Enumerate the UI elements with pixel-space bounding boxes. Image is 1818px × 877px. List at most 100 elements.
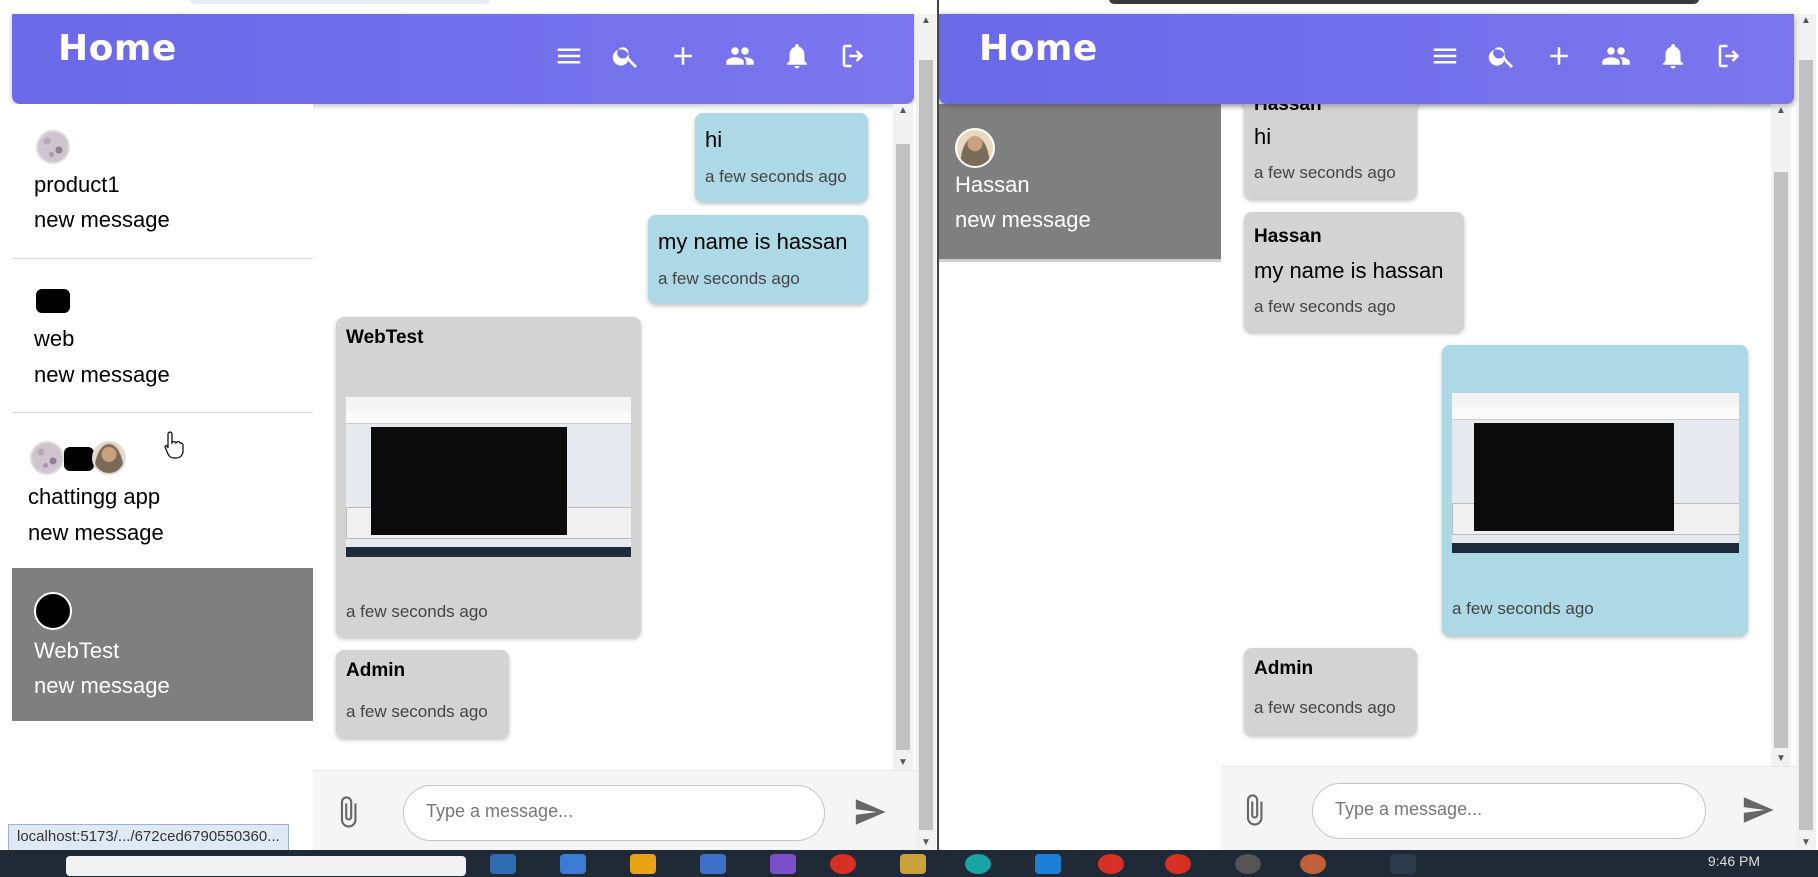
taskbar-app-icon[interactable] xyxy=(1390,854,1416,874)
logout-icon[interactable] xyxy=(825,36,882,76)
avatar xyxy=(36,130,70,164)
logout-icon[interactable] xyxy=(1701,36,1758,76)
terminal-graphic xyxy=(1474,423,1674,531)
page-scrollbar[interactable]: ▲ ▼ xyxy=(1796,14,1816,850)
scroll-down-arrow-icon[interactable]: ▼ xyxy=(893,756,913,770)
taskbar-app-icon[interactable] xyxy=(1300,854,1326,874)
message-text: hi xyxy=(705,127,723,152)
message-time: a few seconds ago xyxy=(658,269,800,288)
message-text: hi xyxy=(1254,124,1272,149)
taskbar-app-icon[interactable] xyxy=(1035,854,1061,874)
taskbar-app-icon[interactable] xyxy=(965,854,991,874)
scroll-thumb[interactable] xyxy=(896,144,910,750)
link-status-bar: localhost:5173/.../672ced6790550360... xyxy=(8,824,289,850)
conversation-item[interactable]: web new message xyxy=(12,259,313,413)
message-time: a few seconds ago xyxy=(1452,599,1594,618)
taskbar-graphic xyxy=(1452,543,1739,553)
app-header: Home xyxy=(12,14,914,104)
os-taskbar: 9:46 PM xyxy=(0,850,1818,877)
toolbar-graphic xyxy=(1452,393,1739,408)
monitor-avatar-icon xyxy=(36,289,70,313)
taskbar-app-icon[interactable] xyxy=(770,854,796,874)
chat-scrollbar[interactable]: ▲ ▼ xyxy=(1771,104,1791,766)
header-actions xyxy=(1416,36,1758,76)
scroll-up-arrow-icon[interactable]: ▲ xyxy=(1771,104,1791,118)
message-time: a few seconds ago xyxy=(346,702,488,721)
app-header-overlay: Home xyxy=(939,14,1794,104)
message-bubble-outgoing: a few seconds ago xyxy=(1442,345,1748,636)
message-input[interactable]: Type a message... xyxy=(403,785,825,841)
conversation-name: web xyxy=(34,326,75,351)
conversation-preview: new message xyxy=(34,362,170,387)
message-sender: Hassan xyxy=(1254,226,1322,247)
conversation-list: product1 new message web new message cha… xyxy=(12,104,313,824)
message-time: a few seconds ago xyxy=(346,602,488,621)
plus-icon[interactable] xyxy=(654,36,711,76)
send-icon[interactable] xyxy=(1741,793,1775,827)
taskbar-app-icon[interactable] xyxy=(1235,854,1261,874)
chat-scrollbar[interactable]: ▲ ▼ xyxy=(893,104,913,770)
scroll-down-arrow-icon[interactable]: ▼ xyxy=(916,836,936,850)
send-icon[interactable] xyxy=(853,795,887,829)
message-input[interactable]: Type a message... xyxy=(1312,783,1706,839)
attached-screenshot-image[interactable] xyxy=(346,397,631,557)
message-time: a few seconds ago xyxy=(1254,163,1396,182)
message-bubble-incoming: Admin a few seconds ago xyxy=(1244,648,1417,735)
scroll-up-arrow-icon[interactable]: ▲ xyxy=(893,104,913,118)
taskbar-search-box[interactable] xyxy=(66,856,466,876)
hand-cursor-icon xyxy=(164,431,184,459)
bell-icon[interactable] xyxy=(1644,36,1701,76)
attach-icon[interactable] xyxy=(1237,793,1271,827)
message-time: a few seconds ago xyxy=(1254,698,1396,717)
taskbar-clock[interactable]: 9:46 PM xyxy=(1708,853,1760,869)
taskbar-app-icon[interactable] xyxy=(630,854,656,874)
menu-icon[interactable] xyxy=(540,36,597,76)
conversation-item-active[interactable]: WebTest new message xyxy=(12,568,313,721)
group-icon[interactable] xyxy=(711,36,768,76)
taskbar-graphic xyxy=(346,547,631,557)
scroll-thumb[interactable] xyxy=(1774,172,1788,748)
conversation-item-active[interactable]: Hassan new message xyxy=(939,104,1221,262)
taskbar-app-icon[interactable] xyxy=(560,854,586,874)
attached-screenshot-image[interactable] xyxy=(1452,393,1739,553)
bell-icon[interactable] xyxy=(768,36,825,76)
search-icon[interactable] xyxy=(597,36,654,76)
conversation-name: product1 xyxy=(34,172,120,197)
scroll-thumb[interactable] xyxy=(1799,60,1813,830)
avatar xyxy=(30,441,64,475)
attach-icon[interactable] xyxy=(331,795,365,829)
search-icon[interactable] xyxy=(1473,36,1530,76)
message-text: my name is hassan xyxy=(1254,258,1444,283)
conversation-preview: new message xyxy=(34,207,170,232)
monitor-avatar-icon xyxy=(64,447,94,471)
avatar xyxy=(955,128,995,168)
message-composer: Type a message... xyxy=(313,770,916,850)
page-scrollbar[interactable]: ▲ ▼ xyxy=(916,14,936,850)
conversation-name: WebTest xyxy=(34,638,120,663)
avatar xyxy=(34,592,72,630)
message-sender: Admin xyxy=(1254,658,1314,679)
message-time: a few seconds ago xyxy=(1254,297,1396,316)
scroll-up-arrow-icon[interactable]: ▲ xyxy=(1796,14,1816,28)
address-bar-edge[interactable] xyxy=(190,0,490,4)
taskbar-app-icon[interactable] xyxy=(700,854,726,874)
scroll-up-arrow-icon[interactable]: ▲ xyxy=(916,14,936,28)
message-text: my name is hassan xyxy=(658,229,848,254)
scroll-thumb[interactable] xyxy=(919,60,933,830)
browser-top-strip xyxy=(0,0,937,14)
menu-icon[interactable] xyxy=(1416,36,1473,76)
taskbar-app-icon[interactable] xyxy=(1165,854,1191,874)
conversation-item[interactable]: product1 new message xyxy=(12,104,313,259)
conversation-preview: new message xyxy=(28,520,164,545)
taskbar-app-icon[interactable] xyxy=(1098,854,1124,874)
toolbar-graphic xyxy=(346,397,631,412)
scroll-down-arrow-icon[interactable]: ▼ xyxy=(1771,752,1791,766)
address-bar-edge[interactable] xyxy=(1109,0,1699,4)
conversation-preview: new message xyxy=(34,673,170,698)
taskbar-app-icon[interactable] xyxy=(830,854,856,874)
scroll-down-arrow-icon[interactable]: ▼ xyxy=(1796,836,1816,850)
taskbar-app-icon[interactable] xyxy=(900,854,926,874)
group-icon[interactable] xyxy=(1587,36,1644,76)
taskbar-app-icon[interactable] xyxy=(490,854,516,874)
plus-icon[interactable] xyxy=(1530,36,1587,76)
